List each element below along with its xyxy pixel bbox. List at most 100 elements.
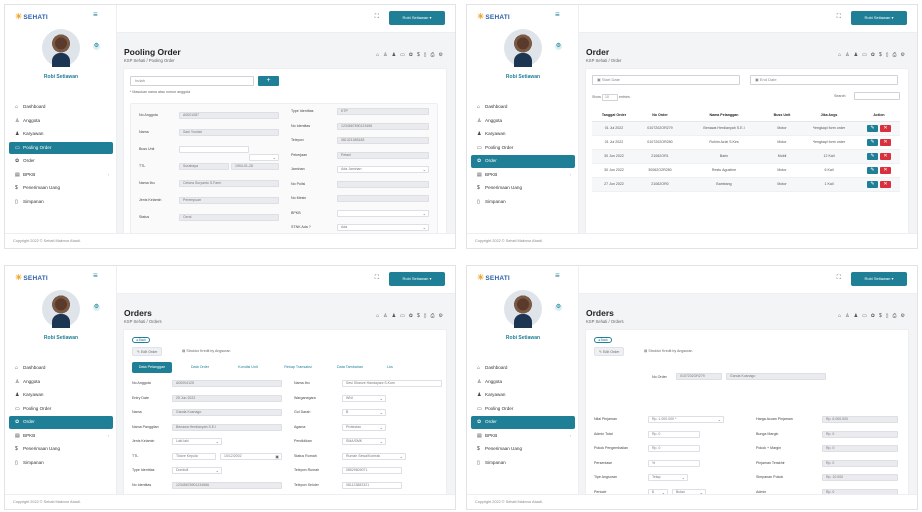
delete-button[interactable]: ✕ — [880, 180, 891, 188]
tab-data-tambahan[interactable]: Data Tambahan — [328, 362, 372, 373]
profile-settings-icon[interactable]: ⚙ — [555, 43, 562, 50]
quick-action-icons[interactable]: ⌂♙♟▭✿$▯⎙⚙ — [376, 313, 447, 319]
sidebar-item-bpkb[interactable]: ▤ BPKB › — [9, 169, 113, 182]
back-button[interactable]: ◂ Back — [132, 337, 150, 343]
edit-button[interactable]: ✎ — [867, 180, 878, 188]
field-gol-darah[interactable]: B ⌄ — [342, 409, 386, 416]
sidebar-item-simpanan[interactable]: ▯ Simpanan — [471, 196, 575, 209]
sidebar-item-dashboard[interactable]: ⌂ Dashboard — [471, 362, 575, 375]
sidebar-item-karyawan[interactable]: ♟ Karyawan — [9, 128, 113, 141]
sidebar-item-dashboard[interactable]: ⌂ Dashboard — [9, 362, 113, 375]
sidebar-item-order[interactable]: ✿ Order — [471, 416, 575, 429]
field-bpkb[interactable]: ⌄ — [337, 209, 429, 217]
delete-button[interactable]: ✕ — [880, 124, 891, 132]
sidebar-item-pooling-order[interactable]: ▭ Pooling Order — [9, 403, 113, 416]
sidebar-item-penerimaan-uang[interactable]: $ Penerimaan Uang — [9, 443, 113, 456]
brand-logo[interactable]: ☀SEHATI — [15, 273, 48, 282]
delete-button[interactable]: ✕ — [880, 166, 891, 174]
sidebar-item-pooling-order[interactable]: ▭ Pooling Order — [471, 403, 575, 416]
user-menu-button[interactable]: Robi Setiawan ▾ — [389, 11, 445, 25]
field-nilai-pinjaman[interactable]: Rp. 1.000.000 * ⌄ — [648, 416, 724, 423]
sidebar-item-order[interactable]: ✿ Order — [9, 416, 113, 429]
sidebar-item-karyawan[interactable]: ♟ Karyawan — [471, 389, 575, 402]
profile-settings-icon[interactable]: ⚙ — [93, 43, 100, 50]
tab-lks[interactable]: Lks — [380, 362, 400, 373]
hamburger-icon[interactable]: ≡ — [555, 10, 560, 19]
table-search-input[interactable] — [854, 92, 900, 100]
delete-button[interactable]: ✕ — [880, 152, 891, 160]
entries-select[interactable]: 10 — [602, 94, 618, 101]
sidebar-item-anggota[interactable]: ♙ Anggota — [471, 115, 575, 128]
sidebar-item-anggota[interactable]: ♙ Anggota — [471, 376, 575, 389]
field-jenis-kelamin[interactable]: Laki laki ⌄ — [172, 438, 222, 445]
fullscreen-icon[interactable]: ⛶ — [375, 14, 379, 21]
field-nama-ibu[interactable]: Sesi Shanze Handayani S.Kom — [342, 380, 442, 387]
delete-button[interactable]: ✕ — [880, 138, 891, 146]
fullscreen-icon[interactable]: ⛶ — [375, 275, 379, 282]
edit-button[interactable]: ✎ — [867, 138, 878, 146]
hamburger-icon[interactable]: ≡ — [93, 271, 98, 280]
sidebar-item-simpanan[interactable]: ▯ Simpanan — [9, 457, 113, 470]
tab-kondisi-unit[interactable]: Kondisi Unit — [228, 362, 268, 373]
brand-logo[interactable]: ☀SEHATI — [15, 12, 48, 21]
sidebar-item-dashboard[interactable]: ⌂ Dashboard — [9, 101, 113, 114]
edit-button[interactable]: ✎ — [867, 152, 878, 160]
hamburger-icon[interactable]: ≡ — [555, 271, 560, 280]
user-menu-button[interactable]: Robi Setiawan ▾ — [851, 272, 907, 286]
sidebar-item-bpkb[interactable]: ▤ BPKB › — [471, 169, 575, 182]
buss-unit-select[interactable]: ⌄ — [249, 154, 279, 161]
sidebar-item-penerimaan-uang[interactable]: $ Penerimaan Uang — [471, 182, 575, 195]
end-date-input[interactable]: ▣ End Date — [750, 75, 898, 85]
tab-rekap-transaksi[interactable]: Rekap Transaksi — [276, 362, 320, 373]
field-admin-total[interactable]: Rp. 0 — [648, 430, 700, 438]
field-pokok-pengembalian[interactable]: Rp. 0 — [648, 445, 700, 452]
tab-data-order[interactable]: Data Order — [180, 362, 220, 373]
field-telepon-rumah[interactable]: 08529609071 — [342, 467, 402, 474]
field-tipe-angsuran[interactable]: Tetap ⌄ — [648, 474, 688, 481]
edit-button[interactable]: ✎ — [867, 166, 878, 174]
sidebar-item-bpkb[interactable]: ▤ BPKB › — [9, 430, 113, 443]
ttl-date-field[interactable]: 10/12/2002 ▣ — [220, 452, 282, 460]
sidebar-item-karyawan[interactable]: ♟ Karyawan — [471, 128, 575, 141]
tab-struktur-kredit[interactable]: ▤ Struktur Kredit by Angsuran — [640, 347, 696, 356]
quick-action-icons[interactable]: ⌂♙♟▭✿$▯⎙⚙ — [838, 52, 909, 58]
fullscreen-icon[interactable]: ⛶ — [837, 275, 841, 282]
profile-settings-icon[interactable]: ⚙ — [555, 304, 562, 311]
field-agama[interactable]: Protestan ⌄ — [342, 423, 386, 431]
sidebar-item-bpkb[interactable]: ▤ BPKB › — [471, 430, 575, 443]
field-buss-unit[interactable] — [179, 146, 249, 153]
sidebar-item-penerimaan-uang[interactable]: $ Penerimaan Uang — [471, 443, 575, 456]
field-stnk-ada[interactable]: Ada ⌄ — [337, 224, 429, 231]
sidebar-item-anggota[interactable]: ♙ Anggota — [9, 376, 113, 389]
sidebar-item-penerimaan-uang[interactable]: $ Penerimaan Uang — [9, 182, 113, 195]
field-type-identitas[interactable]: Domisili ⌄ — [172, 467, 222, 474]
hamburger-icon[interactable]: ≡ — [93, 10, 98, 19]
field-status-rumah[interactable]: Rumah Sewa/Kontrak ⌄ — [342, 452, 406, 460]
user-menu-button[interactable]: Robi Setiawan ▾ — [851, 11, 907, 25]
user-menu-button[interactable]: Robi Setiawan ▾ — [389, 272, 445, 286]
tab-edit-order[interactable]: ✎ Edit Order — [594, 347, 625, 356]
member-search-input[interactable]: Indah — [130, 76, 254, 86]
field-warganegara[interactable]: WNI ⌄ — [342, 394, 386, 402]
sidebar-item-order[interactable]: ✿ Order — [471, 155, 575, 168]
tab-edit-order[interactable]: ✎ Edit Order — [132, 347, 163, 356]
sidebar-item-dashboard[interactable]: ⌂ Dashboard — [471, 101, 575, 114]
sidebar-item-order[interactable]: ✿ Order — [9, 155, 113, 168]
add-button[interactable]: + — [258, 76, 279, 86]
quick-action-icons[interactable]: ⌂♙♟▭✿$▯⎙⚙ — [376, 52, 447, 58]
tab-struktur-kredit[interactable]: ▤ Struktur Kredit by Angsuran — [178, 347, 234, 356]
field-telepon-seluler[interactable]: 081123882321 — [342, 481, 402, 489]
back-button[interactable]: ◂ Back — [594, 337, 612, 343]
fullscreen-icon[interactable]: ⛶ — [837, 14, 841, 21]
field-jaminan[interactable]: Ada Jaminan ⌄ — [337, 166, 429, 173]
profile-settings-icon[interactable]: ⚙ — [93, 304, 100, 311]
quick-action-icons[interactable]: ⌂♙♟▭✿$▯⎙⚙ — [838, 313, 909, 319]
sidebar-item-anggota[interactable]: ♙ Anggota — [9, 115, 113, 128]
sidebar-item-pooling-order[interactable]: ▭ Pooling Order — [9, 141, 113, 154]
sidebar-item-simpanan[interactable]: ▯ Simpanan — [9, 196, 113, 209]
field-persentase[interactable]: % — [648, 459, 700, 467]
tab-data-pelanggan[interactable]: Data Pelanggan — [132, 362, 172, 373]
brand-logo[interactable]: ☀SEHATI — [477, 12, 510, 21]
field-ttl[interactable]: Tidore Kepula — [172, 452, 216, 460]
edit-button[interactable]: ✎ — [867, 124, 878, 132]
